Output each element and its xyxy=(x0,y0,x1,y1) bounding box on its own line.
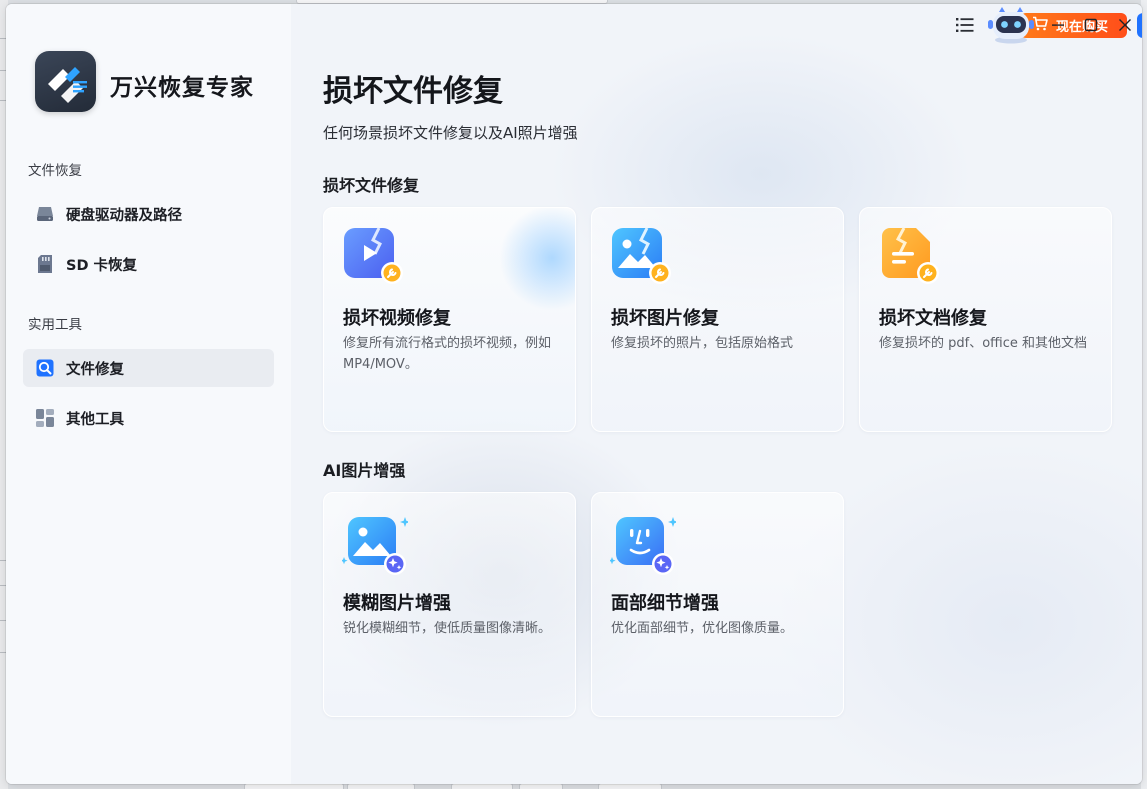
card-blurry-photo-enhance[interactable]: 模糊图片增强 锐化模糊细节，使低质量图像清晰。 xyxy=(323,492,576,717)
robot-assistant-icon[interactable] xyxy=(985,6,1037,44)
section-title: 损坏文件修复 xyxy=(323,176,420,195)
app-window: 万兴恢复专家 文件恢复 硬盘驱动器及路径 SD 卡恢复 实用工具 文件修复 其他… xyxy=(6,4,1142,784)
app-logo xyxy=(35,51,96,112)
broken-video-icon xyxy=(342,226,408,292)
sidebar-group-label: 实用工具 xyxy=(28,317,82,333)
maximize-icon[interactable] xyxy=(1080,14,1102,36)
broken-document-icon xyxy=(878,226,944,292)
sidebar-item-label: 硬盘驱动器及路径 xyxy=(66,207,182,224)
card-title: 损坏视频修复 xyxy=(343,308,451,329)
page-subtitle: 任何场景损坏文件修复以及AI照片增强 xyxy=(323,124,578,142)
sidebar-item-file-repair[interactable]: 文件修复 xyxy=(23,349,274,387)
sd-card-icon xyxy=(35,254,55,274)
card-title: 损坏文档修复 xyxy=(879,308,987,329)
ai-face-enhance-icon xyxy=(608,511,678,577)
card-title: 损坏图片修复 xyxy=(611,308,719,329)
card-broken-photo-repair[interactable]: 损坏图片修复 修复损坏的照片，包括原始格式 xyxy=(591,207,844,432)
broken-photo-icon xyxy=(610,226,676,292)
sidebar-item-label: 文件修复 xyxy=(66,361,124,378)
page-title: 损坏文件修复 xyxy=(323,74,503,109)
card-broken-document-repair[interactable]: 损坏文档修复 修复损坏的 pdf、office 和其他文档 xyxy=(859,207,1112,432)
card-broken-video-repair[interactable]: 损坏视频修复 修复所有流行格式的损坏视频，例如 MP4/MOV。 xyxy=(323,207,576,432)
card-description: 修复损坏的 pdf、office 和其他文档 xyxy=(879,336,1088,351)
login-button[interactable]: 登录 xyxy=(1137,13,1142,38)
app-title: 万兴恢复专家 xyxy=(110,75,254,101)
ai-photo-enhance-icon xyxy=(340,511,410,577)
sidebar-item-sd-card[interactable]: SD 卡恢复 xyxy=(23,245,274,283)
card-description: 优化面部细节，优化图像质量。 xyxy=(611,621,794,636)
main-panel: 现在购买 登录 xyxy=(291,4,1142,784)
hard-drive-icon xyxy=(35,204,55,224)
card-title: 面部细节增强 xyxy=(611,593,719,614)
menu-icon[interactable] xyxy=(954,14,976,36)
card-description: 锐化模糊细节，使低质量图像清晰。 xyxy=(343,621,552,636)
sidebar-item-other-tools[interactable]: 其他工具 xyxy=(23,399,274,437)
grid-tools-icon xyxy=(35,408,55,428)
sidebar: 万兴恢复专家 文件恢复 硬盘驱动器及路径 SD 卡恢复 实用工具 文件修复 其他… xyxy=(6,4,291,784)
section-title: AI图片增强 xyxy=(323,461,406,480)
file-repair-icon xyxy=(35,358,55,378)
card-title: 模糊图片增强 xyxy=(343,593,451,614)
sidebar-item-label: 其他工具 xyxy=(66,411,124,428)
card-face-detail-enhance[interactable]: 面部细节增强 优化面部细节，优化图像质量。 xyxy=(591,492,844,717)
close-icon[interactable] xyxy=(1114,14,1136,36)
sidebar-group-label: 文件恢复 xyxy=(28,163,82,179)
sidebar-item-label: SD 卡恢复 xyxy=(66,257,138,274)
sidebar-item-hard-drive[interactable]: 硬盘驱动器及路径 xyxy=(23,195,274,233)
card-description: 修复所有流行格式的损坏视频，例如 MP4/MOV。 xyxy=(343,336,552,372)
card-description: 修复损坏的照片，包括原始格式 xyxy=(611,336,794,351)
minimize-icon[interactable] xyxy=(1047,14,1069,36)
